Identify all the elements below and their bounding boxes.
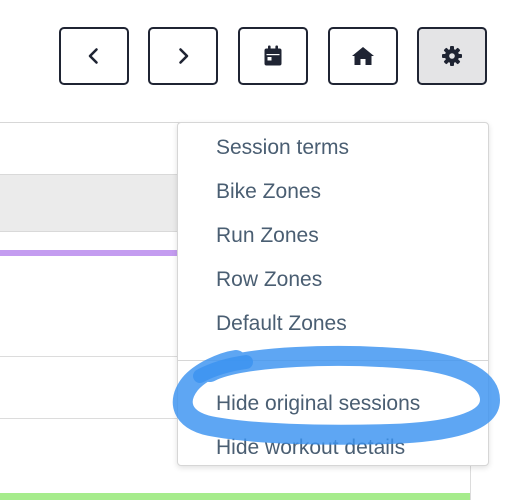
home-icon [352,47,374,65]
gear-icon [442,46,462,66]
settings-button[interactable] [417,27,487,85]
previous-button[interactable] [59,27,129,85]
menu-item-run-zones[interactable]: Run Zones [216,223,319,249]
menu-divider [178,360,488,361]
menu-item-row-zones[interactable]: Row Zones [216,267,322,293]
calendar-icon [264,45,282,66]
settings-dropdown-menu: Session terms Bike Zones Run Zones Row Z… [177,122,489,466]
next-button[interactable] [148,27,218,85]
menu-item-bike-zones[interactable]: Bike Zones [216,179,321,205]
chevron-right-icon [179,48,189,64]
menu-item-session-terms[interactable]: Session terms [216,135,349,161]
menu-item-hide-original-sessions[interactable]: Hide original sessions [216,391,420,417]
menu-item-hide-workout-details[interactable]: Hide workout details [216,435,405,461]
purple-progress-bar [0,250,190,256]
green-progress-bar [0,493,470,500]
menu-item-default-zones[interactable]: Default Zones [216,311,347,337]
chevron-left-icon [88,48,98,64]
home-button[interactable] [328,27,398,85]
calendar-button[interactable] [238,27,308,85]
